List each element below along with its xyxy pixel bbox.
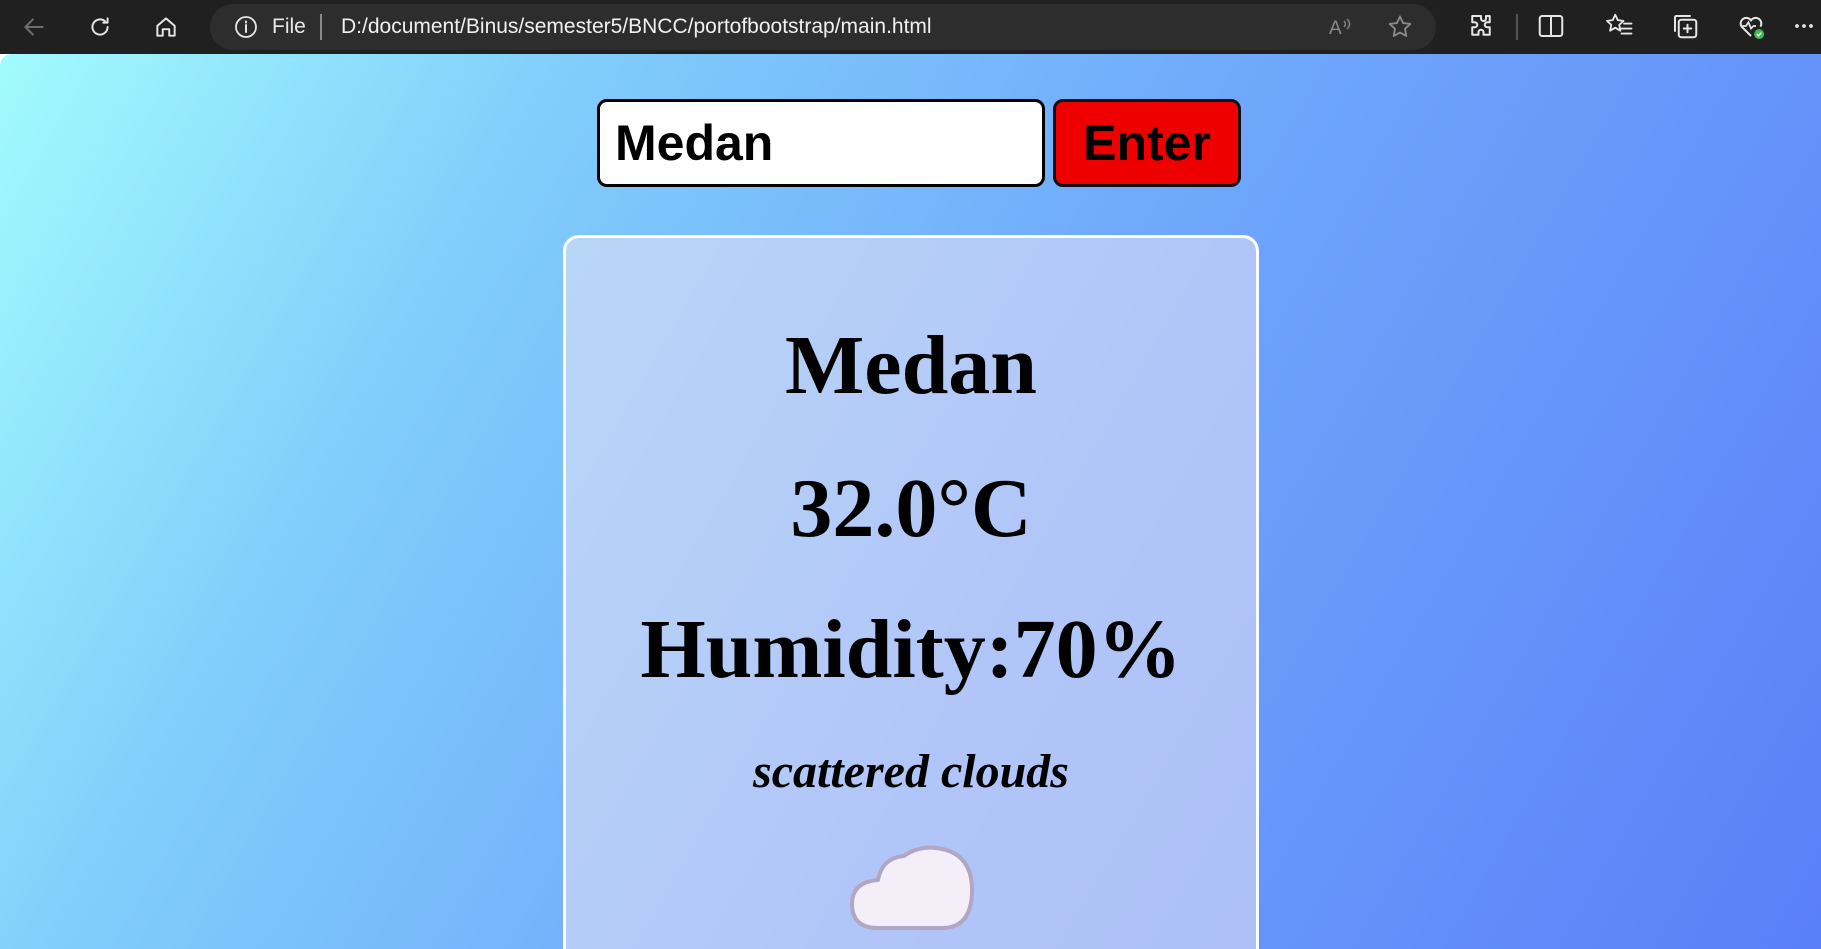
back-arrow-icon — [24, 18, 44, 36]
svg-text:A: A — [1329, 18, 1342, 39]
enter-button[interactable]: Enter — [1053, 99, 1241, 187]
address-url[interactable]: D:/document/Binus/semester5/BNCC/portofb… — [341, 15, 932, 39]
weather-description: scattered clouds — [753, 745, 1069, 798]
home-icon — [156, 17, 176, 37]
city-name: Medan — [785, 319, 1037, 412]
browser-essentials-icon[interactable] — [1736, 11, 1766, 41]
info-icon[interactable] — [234, 15, 258, 39]
address-scheme: File — [272, 15, 306, 38]
humidity: Humidity:70% — [640, 603, 1182, 696]
favorites-icon[interactable] — [1604, 11, 1634, 41]
refresh-icon — [91, 17, 109, 36]
weather-app-page: Enter Medan 32.0°C Humidity:70% scattere… — [0, 54, 1821, 949]
favorite-star-icon[interactable] — [1386, 13, 1414, 41]
refresh-button[interactable] — [82, 9, 118, 45]
toolbar-divider — [1516, 14, 1518, 40]
address-separator — [320, 14, 322, 40]
home-button[interactable] — [148, 9, 184, 45]
extensions-icon[interactable] — [1466, 11, 1496, 41]
split-screen-icon[interactable] — [1536, 11, 1566, 41]
weather-card: Medan 32.0°C Humidity:70% scattered clou… — [563, 235, 1259, 949]
back-button[interactable] — [16, 9, 52, 45]
city-search-input[interactable] — [597, 99, 1045, 187]
collections-icon[interactable] — [1670, 11, 1700, 41]
temperature: 32.0°C — [790, 462, 1032, 555]
more-options-icon[interactable] — [1790, 11, 1818, 41]
cloud-icon — [850, 845, 974, 930]
address-bar[interactable]: File D:/document/Binus/semester5/BNCC/po… — [210, 4, 1436, 50]
read-aloud-icon[interactable]: A — [1326, 13, 1354, 41]
browser-toolbar: File D:/document/Binus/semester5/BNCC/po… — [0, 0, 1821, 54]
